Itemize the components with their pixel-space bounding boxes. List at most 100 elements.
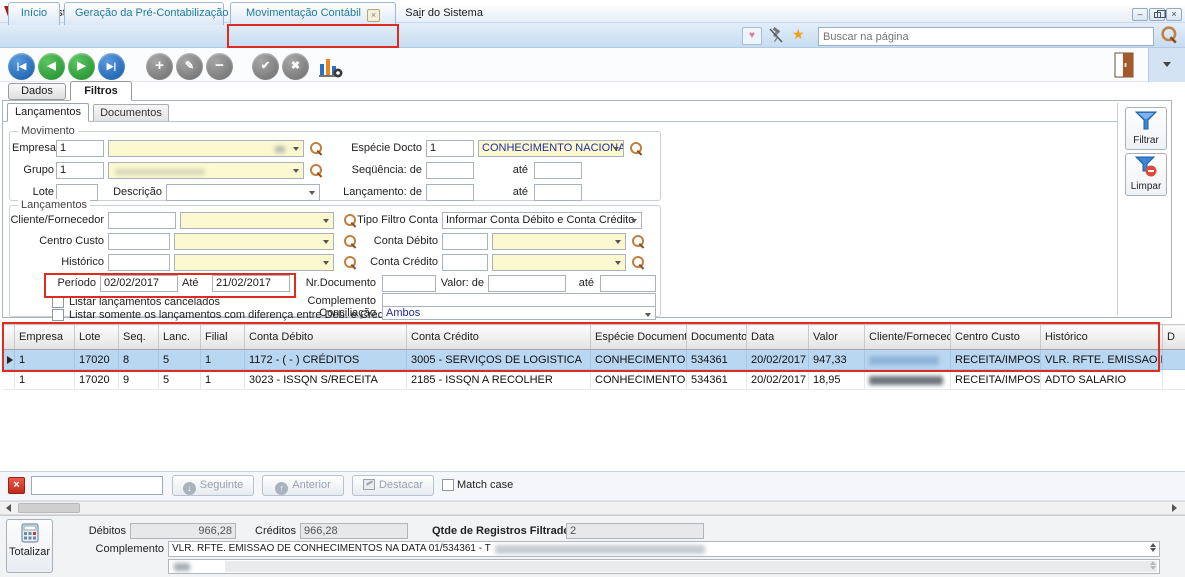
historico-combo[interactable] xyxy=(174,254,334,271)
periodo-ate-field[interactable]: 21/02/2017 xyxy=(212,275,290,292)
destacar-button[interactable]: Destacar xyxy=(352,475,434,496)
lancamento-de-field[interactable] xyxy=(426,184,474,201)
anterior-button[interactable]: ↑Anterior xyxy=(262,475,344,496)
complemento-field[interactable]: VLR. RFTE. EMISSAO DE CONHECIMENTOS NA D… xyxy=(168,541,1160,557)
col-historico[interactable]: Histórico xyxy=(1041,325,1163,350)
current-row-marker-icon xyxy=(7,356,13,364)
scroll-right-icon[interactable] xyxy=(1172,504,1177,512)
empresa-label: Empresa xyxy=(12,140,54,157)
toolbar-overflow-chevron-icon[interactable] xyxy=(1163,62,1171,67)
exit-door-button[interactable] xyxy=(1112,51,1136,79)
match-case-checkbox[interactable] xyxy=(442,479,454,491)
pin-disabled-icon[interactable] xyxy=(768,27,784,44)
filtrar-button[interactable]: Filtrar xyxy=(1125,107,1167,150)
nr-documento-field[interactable] xyxy=(382,275,436,292)
totalizar-button[interactable]: Totalizar xyxy=(6,519,53,573)
especie-name-combo[interactable]: CONHECIMENTO NACIONAL xyxy=(478,140,624,157)
descricao-combo[interactable] xyxy=(166,184,320,201)
col-empresa[interactable]: Empresa xyxy=(15,325,75,350)
centro-custo-combo[interactable] xyxy=(174,233,334,250)
col-valor[interactable]: Valor xyxy=(809,325,865,350)
listar-cancelados-checkbox[interactable] xyxy=(52,296,64,308)
cancel-button[interactable]: ✖ xyxy=(282,53,309,80)
restore-button[interactable] xyxy=(1149,8,1165,21)
edit-button[interactable]: ✎ xyxy=(176,53,203,80)
conta-debito-code-field[interactable] xyxy=(442,233,488,250)
especie-search-icon[interactable] xyxy=(630,142,643,155)
horizontal-scrollbar[interactable] xyxy=(0,501,1185,515)
col-lote[interactable]: Lote xyxy=(75,325,119,350)
tab-dados[interactable]: Dados xyxy=(8,83,66,100)
col-lanc[interactable]: Lanc. xyxy=(159,325,201,350)
seguinte-button[interactable]: ↓Seguinte xyxy=(172,475,254,496)
tipo-filtro-conta-combo[interactable]: Informar Conta Débito e Conta Crédito xyxy=(442,212,642,229)
listar-diferenca-checkbox[interactable] xyxy=(52,309,64,321)
grupo-name-combo[interactable] xyxy=(108,162,304,179)
cliente-code-field[interactable] xyxy=(108,212,176,229)
conta-credito-combo[interactable] xyxy=(492,254,626,271)
delete-button[interactable]: − xyxy=(206,53,233,80)
minimize-button[interactable]: – xyxy=(1132,8,1148,21)
find-input[interactable] xyxy=(31,476,163,495)
limpar-button[interactable]: Limpar xyxy=(1125,153,1167,196)
add-button[interactable]: + xyxy=(146,53,173,80)
centro-custo-code-field[interactable] xyxy=(108,233,170,250)
valor-ate-field[interactable] xyxy=(600,275,656,292)
sequencia-ate-field[interactable] xyxy=(534,162,582,179)
confirm-button[interactable]: ✔ xyxy=(252,53,279,80)
edit-pencil-icon: ✎ xyxy=(185,60,194,72)
tab-movimentacao-contabil[interactable]: Movimentação Contábil× xyxy=(230,2,396,25)
col-conta-debito[interactable]: Conta Débito xyxy=(245,325,407,350)
next-record-button[interactable]: ▶ xyxy=(68,53,95,80)
find-close-button[interactable]: × xyxy=(8,477,25,494)
search-input[interactable] xyxy=(818,27,1154,46)
especie-code-field[interactable]: 1 xyxy=(426,140,474,157)
table-row[interactable]: 1 17020 9 5 1 3023 - ISSQN S/RECEITA 218… xyxy=(3,370,1185,390)
grupo-code-field[interactable]: 1 xyxy=(56,162,104,179)
first-record-button[interactable]: |◀ xyxy=(8,53,35,80)
tab-close-icon[interactable]: × xyxy=(367,9,380,22)
historico-code-field[interactable] xyxy=(108,254,170,271)
cliente-name-combo[interactable] xyxy=(180,212,334,229)
lancamento-ate-field[interactable] xyxy=(534,184,582,201)
scrollbar-thumb[interactable] xyxy=(18,503,80,513)
empresa-code-field[interactable]: 1 xyxy=(56,140,104,157)
search-magnifier-icon[interactable] xyxy=(1161,26,1177,42)
col-filial[interactable]: Filial xyxy=(201,325,245,350)
table-row[interactable]: 1 17020 8 5 1 1172 - ( - ) CRÉDITOS 3005… xyxy=(3,350,1185,370)
col-partial[interactable]: D xyxy=(1163,325,1185,350)
col-centro-custo[interactable]: Centro Custo xyxy=(951,325,1041,350)
complemento-line2-spinner[interactable] xyxy=(1147,560,1158,573)
periodo-de-field[interactable]: 02/02/2017 xyxy=(100,275,178,292)
conta-debito-search-icon[interactable] xyxy=(632,235,645,248)
scroll-left-icon[interactable] xyxy=(6,504,11,512)
star-icon[interactable]: ★ xyxy=(792,26,805,43)
chart-report-button[interactable] xyxy=(318,54,344,79)
col-cliente-fornecedor[interactable]: Cliente/Fornecedor xyxy=(865,325,951,350)
menu-item-sair[interactable]: Sair do Sistema xyxy=(397,6,491,20)
tab-filtros[interactable]: Filtros xyxy=(70,81,132,101)
conciliacao-combo[interactable]: Ambos xyxy=(382,306,656,320)
complemento-line2-field[interactable] xyxy=(168,559,1160,574)
empresa-name-combo[interactable] xyxy=(108,140,304,157)
favorite-heart-button[interactable]: ♥ xyxy=(742,27,762,45)
close-button[interactable]: × xyxy=(1166,8,1182,21)
previous-record-button[interactable]: ◀ xyxy=(38,53,65,80)
col-documento[interactable]: Documento xyxy=(687,325,747,350)
last-record-button[interactable]: ▶| xyxy=(98,53,125,80)
conta-credito-search-icon[interactable] xyxy=(632,256,645,269)
complemento-spinner[interactable] xyxy=(1147,542,1158,556)
tab-geracao-pre-contabilizacao[interactable]: Geração da Pré-Contabilização xyxy=(64,2,224,25)
col-especie-documento[interactable]: Espécie Documento xyxy=(591,325,687,350)
col-seq[interactable]: Seq. xyxy=(119,325,159,350)
empresa-search-icon[interactable] xyxy=(310,142,323,155)
sequencia-de-field[interactable] xyxy=(426,162,474,179)
conta-credito-code-field[interactable] xyxy=(442,254,488,271)
tab-documentos[interactable]: Documentos xyxy=(93,104,169,122)
tab-inicio[interactable]: Início xyxy=(8,2,60,25)
conta-debito-combo[interactable] xyxy=(492,233,626,250)
tab-lancamentos[interactable]: Lançamentos xyxy=(7,103,89,122)
valor-de-field[interactable] xyxy=(488,275,566,292)
col-data[interactable]: Data xyxy=(747,325,809,350)
col-conta-credito[interactable]: Conta Crédito xyxy=(407,325,591,350)
